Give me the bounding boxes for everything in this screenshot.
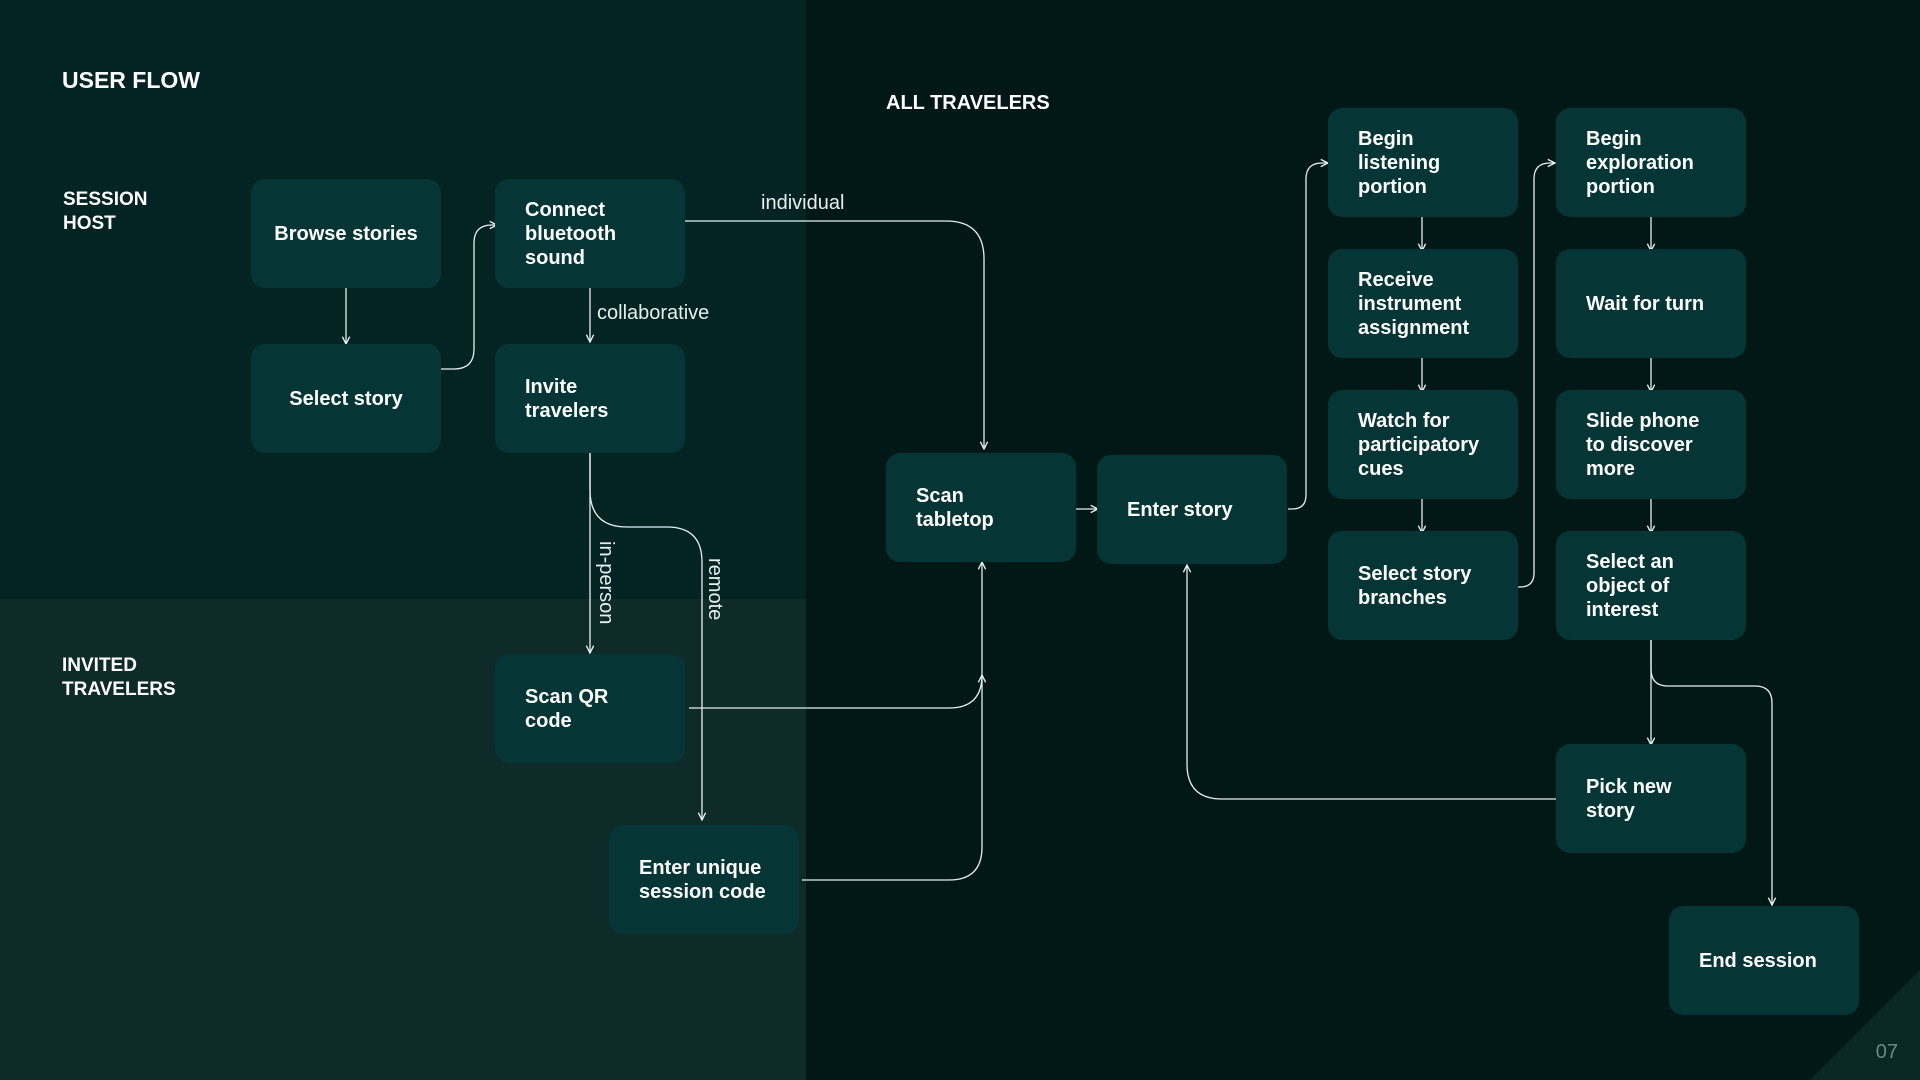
node-slide-phone: Slide phone to discover more <box>1556 390 1746 499</box>
edge-label-collaborative: collaborative <box>597 302 710 324</box>
edge-select-to-connect <box>441 225 497 370</box>
node-connect-bluetooth-sound: Connect bluetooth sound <box>495 179 685 288</box>
edge-label-remote: remote <box>704 558 726 621</box>
node-wait-for-turn: Wait for turn <box>1556 249 1746 358</box>
node-scan-qr-code: Scan QR code <box>495 654 685 763</box>
node-label: Select story <box>289 387 403 410</box>
node-label: Browse stories <box>274 222 418 245</box>
node-begin-exploration-portion: Begin exploration portion <box>1556 108 1746 217</box>
node-label: Begin listening portion <box>1358 127 1441 198</box>
node-label: Receive instrument assignment <box>1358 268 1470 339</box>
node-browse-stories: Browse stories <box>251 179 441 288</box>
node-label: Invite travelers <box>525 375 609 422</box>
edge-code-to-tabletop <box>802 675 982 881</box>
node-label: Select an object of interest <box>1586 550 1674 621</box>
edge-label-in-person: in-person <box>595 541 617 625</box>
node-label: Enter unique session code <box>639 856 766 903</box>
page-number: 07 <box>1875 1041 1898 1063</box>
node-enter-unique-session-code: Enter unique session code <box>609 825 799 934</box>
node-scan-tabletop: Scan tabletop <box>886 453 1076 562</box>
edge-label-individual: individual <box>761 192 845 214</box>
edge-enter-to-listening <box>1288 163 1328 510</box>
node-label: Connect bluetooth sound <box>525 198 617 269</box>
edge-invite-remote <box>589 453 702 820</box>
node-label: Enter story <box>1127 498 1233 521</box>
node-begin-listening-portion: Begin listening portion <box>1328 108 1518 217</box>
node-label: Wait for turn <box>1586 292 1705 315</box>
edge-qr-to-tabletop <box>689 562 982 709</box>
node-receive-instrument-assignment: Receive instrument assignment <box>1328 249 1518 358</box>
node-label: Begin exploration portion <box>1586 127 1694 198</box>
edge-branches-to-exploration <box>1518 163 1555 588</box>
lane-label-session-host: SESSION HOST <box>63 189 148 234</box>
node-label: Slide phone to discover more <box>1586 409 1700 480</box>
node-end-session: End session <box>1669 906 1859 1015</box>
page-title: USER FLOW <box>62 67 200 93</box>
node-select-object-of-interest: Select an object of interest <box>1556 531 1746 640</box>
node-invite-travelers: Invite travelers <box>495 344 685 453</box>
node-pick-new-story: Pick new story <box>1556 744 1746 853</box>
lane-label-all-travelers: ALL TRAVELERS <box>886 92 1050 114</box>
node-label: End session <box>1699 949 1817 972</box>
node-select-story-branches: Select story branches <box>1328 531 1518 640</box>
node-label: Watch for participatory cues <box>1358 409 1480 480</box>
node-label: Select story branches <box>1358 562 1472 609</box>
node-watch-participatory-cues: Watch for participatory cues <box>1328 390 1518 499</box>
node-label: Scan tabletop <box>916 484 994 531</box>
lane-label-invited-travelers: INVITED TRAVELERS <box>62 655 176 700</box>
node-label: Scan QR code <box>525 685 609 732</box>
node-select-story: Select story <box>251 344 441 453</box>
node-label: Pick new story <box>1586 775 1672 822</box>
edge-connect-individual <box>684 220 984 449</box>
node-enter-story: Enter story <box>1097 455 1287 564</box>
